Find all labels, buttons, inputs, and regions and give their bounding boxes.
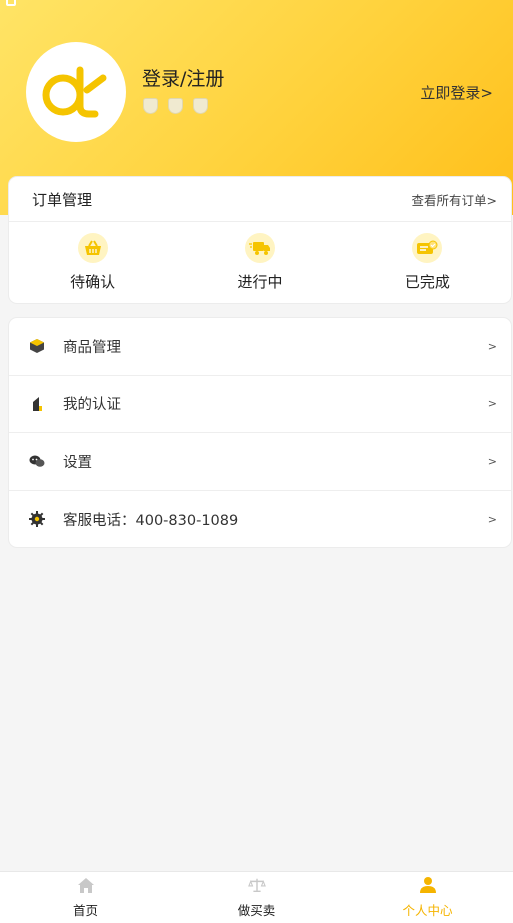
id-badge-icon — [168, 98, 183, 114]
person-icon — [419, 876, 437, 894]
chevron-right-icon: > — [487, 397, 497, 411]
order-status-completed[interactable]: 已完成 — [344, 222, 511, 302]
menu-item-label: 我的认证 — [63, 397, 121, 414]
order-status-in-progress[interactable]: 进行中 — [176, 222, 343, 302]
menu-item-settings[interactable]: 设置 > — [9, 433, 511, 491]
logo-icon — [42, 66, 107, 118]
order-management-header: 订单管理 查看所有订单> — [9, 177, 511, 222]
badge-row — [143, 98, 208, 114]
certificate-icon — [29, 396, 45, 412]
menu-item-product-management[interactable]: 商品管理 > — [9, 318, 511, 376]
chevron-right-icon: > — [487, 454, 497, 468]
tab-home[interactable]: 首页 — [0, 872, 171, 923]
login-register-link[interactable]: 登录/注册 — [142, 64, 224, 91]
tab-label: 做买卖 — [237, 903, 276, 918]
avatar[interactable] — [26, 42, 126, 142]
login-now-link[interactable]: 立即登录> — [420, 82, 493, 103]
menu-item-customer-service[interactable]: 客服电话：400-830-1089 > — [9, 491, 511, 549]
tab-trade[interactable]: 做买卖 — [171, 872, 342, 923]
view-all-orders-link[interactable]: 查看所有订单> — [412, 190, 497, 209]
shield-badge-icon — [143, 98, 158, 114]
menu-item-my-certification[interactable]: 我的认证 > — [9, 376, 511, 433]
completed-card-icon — [412, 232, 443, 263]
order-status-label: 已完成 — [404, 272, 450, 291]
chevron-right-icon: > — [487, 339, 497, 353]
menu-item-label: 客服电话：400-830-1089 — [63, 512, 239, 529]
menu-card: 商品管理 > 我的认证 > 设置 > 客服电话：400-830-1089 > — [9, 318, 511, 547]
scale-icon — [247, 876, 266, 894]
tab-label: 个人中心 — [402, 903, 453, 918]
shield-badge-icon — [193, 98, 208, 114]
order-status-pending[interactable]: 待确认 — [9, 222, 176, 302]
box-icon — [29, 338, 45, 354]
bottom-tab-bar: 首页 做买卖 个人中心 — [0, 871, 513, 923]
order-management-card: 订单管理 查看所有订单> 待确认 进行中 已完成 — [9, 177, 511, 303]
status-notification-icon — [6, 0, 16, 6]
menu-item-label: 商品管理 — [63, 339, 121, 356]
order-management-title: 订单管理 — [32, 190, 93, 209]
order-status-label: 待确认 — [70, 272, 116, 291]
order-status-label: 进行中 — [237, 272, 283, 291]
chevron-right-icon: > — [487, 512, 497, 526]
gear-icon — [29, 511, 45, 528]
truck-icon — [244, 232, 275, 263]
chat-icon — [29, 453, 45, 469]
menu-item-label: 设置 — [63, 454, 92, 471]
order-status-row: 待确认 进行中 已完成 — [9, 222, 511, 302]
tab-personal-center[interactable]: 个人中心 — [342, 872, 513, 923]
tab-label: 首页 — [72, 903, 98, 918]
status-bar — [0, 0, 513, 10]
home-icon — [77, 876, 95, 894]
basket-icon — [77, 232, 108, 263]
